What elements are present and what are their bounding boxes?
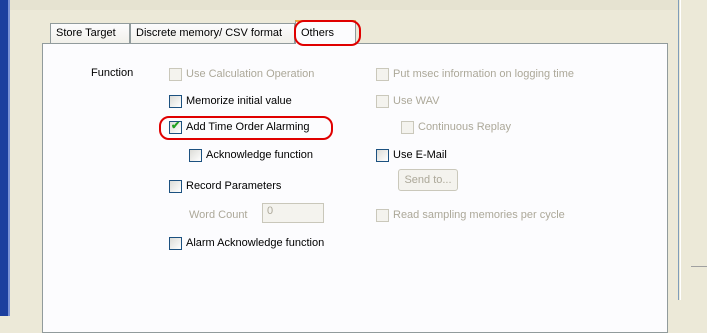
record-parameters-checkbox[interactable]	[169, 180, 182, 193]
function-section-label: Function	[91, 67, 134, 79]
tab-others-highlight-circle	[294, 20, 361, 46]
memorize-initial-value-checkbox[interactable]	[169, 95, 182, 108]
word-count-input[interactable]: 0	[262, 203, 324, 223]
window-left-border	[0, 0, 8, 316]
memorize-initial-value-label: Memorize initial value	[186, 95, 292, 107]
continuous-replay-checkbox[interactable]	[401, 121, 414, 134]
read-sampling-memories-checkbox[interactable]	[376, 209, 389, 222]
record-parameters-label: Record Parameters	[186, 180, 282, 192]
use-email-checkbox[interactable]	[376, 149, 389, 162]
tab-store-target[interactable]: Store Target	[50, 23, 130, 43]
use-wav-label: Use WAV	[393, 95, 440, 107]
add-time-order-alarming-highlight-circle	[159, 116, 333, 140]
dialog-right-divider	[678, 0, 679, 300]
word-count-label: Word Count	[189, 209, 248, 221]
use-calculation-operation-checkbox[interactable]	[169, 68, 182, 81]
put-msec-information-checkbox[interactable]	[376, 68, 389, 81]
read-sampling-memories-label: Read sampling memories per cycle	[393, 209, 565, 221]
window-left-border-edge	[8, 0, 10, 316]
continuous-replay-label: Continuous Replay	[418, 121, 511, 133]
acknowledge-function-label: Acknowledge function	[206, 149, 314, 161]
alarm-acknowledge-function-label: Alarm Acknowledge function	[186, 237, 325, 249]
right-side-separator	[691, 266, 707, 267]
tab-panel-others	[42, 43, 668, 333]
dialog-right-divider-highlight	[680, 0, 681, 300]
use-wav-checkbox[interactable]	[376, 95, 389, 108]
use-calculation-operation-label: Use Calculation Operation	[186, 68, 315, 80]
tab-discrete-memory-csv-format[interactable]: Discrete memory/ CSV format	[130, 23, 295, 43]
put-msec-information-label: Put msec information on logging time	[393, 68, 574, 80]
send-to-button[interactable]: Send to...	[398, 169, 458, 191]
use-email-label: Use E-Mail	[393, 149, 447, 161]
acknowledge-function-checkbox[interactable]	[189, 149, 202, 162]
dialog-top-area	[10, 0, 678, 10]
alarm-acknowledge-function-checkbox[interactable]	[169, 237, 182, 250]
